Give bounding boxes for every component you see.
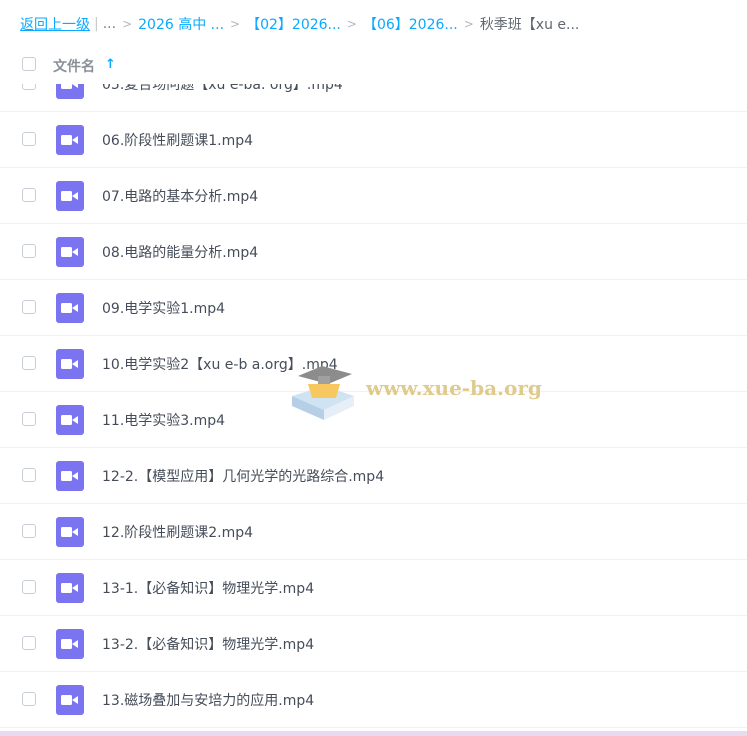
video-file-icon[interactable]	[56, 84, 84, 99]
breadcrumb: 返回上一级 | ... > 2026 高中 ... > 【02】2026... …	[0, 0, 747, 48]
chevron-right-icon: >	[463, 17, 474, 31]
row-checkbox[interactable]	[22, 244, 36, 258]
breadcrumb-item[interactable]: 【06】2026...	[363, 14, 458, 34]
row-checkbox[interactable]	[22, 300, 36, 314]
file-row[interactable]: 13.磁场叠加与安培力的应用.mp4	[0, 672, 747, 728]
file-row[interactable]: 06.阶段性刷题课1.mp4	[0, 112, 747, 168]
arrow-up-icon[interactable]: ↑	[105, 57, 116, 72]
file-name[interactable]: 11.电学实验3.mp4	[102, 410, 225, 430]
file-row[interactable]: 08.电路的能量分析.mp4	[0, 224, 747, 280]
row-checkbox[interactable]	[22, 524, 36, 538]
file-row[interactable]: 12.阶段性刷题课2.mp4	[0, 504, 747, 560]
row-checkbox[interactable]	[22, 580, 36, 594]
breadcrumb-item[interactable]: 2026 高中 ...	[138, 14, 224, 34]
breadcrumb-current: 秋季班【xu e...	[479, 17, 580, 33]
file-name[interactable]: 06.阶段性刷题课1.mp4	[102, 130, 253, 150]
video-file-icon[interactable]	[56, 405, 84, 435]
row-checkbox[interactable]	[22, 188, 36, 202]
file-row[interactable]: 13-1.【必备知识】物理光学.mp4	[0, 560, 747, 616]
row-checkbox[interactable]	[22, 692, 36, 706]
video-file-icon[interactable]	[56, 685, 84, 715]
row-checkbox[interactable]	[22, 356, 36, 370]
select-all-checkbox[interactable]	[22, 57, 36, 71]
row-checkbox[interactable]	[22, 132, 36, 146]
file-name[interactable]: 07.电路的基本分析.mp4	[102, 186, 258, 206]
list-header: 文件名 ↑	[0, 48, 747, 84]
video-file-icon[interactable]	[56, 517, 84, 547]
file-name[interactable]: 08.电路的能量分析.mp4	[102, 242, 258, 262]
file-list[interactable]: 05.复合场问题【xu e-ba. org】.mp4 06.阶段性刷题课1.mp4…	[0, 84, 747, 732]
file-name[interactable]: 12-2.【模型应用】几何光学的光路综合.mp4	[102, 466, 384, 486]
file-row[interactable]: 05.复合场问题【xu e-ba. org】.mp4	[0, 84, 747, 112]
file-name[interactable]: 13-2.【必备知识】物理光学.mp4	[102, 634, 314, 654]
file-row[interactable]: 12-2.【模型应用】几何光学的光路综合.mp4	[0, 448, 747, 504]
file-name[interactable]: 12.阶段性刷题课2.mp4	[102, 522, 253, 542]
breadcrumb-divider: |	[94, 16, 99, 32]
file-name[interactable]: 05.复合场问题【xu e-ba. org】.mp4	[102, 84, 343, 94]
video-file-icon[interactable]	[56, 125, 84, 155]
file-list-rows: 05.复合场问题【xu e-ba. org】.mp4 06.阶段性刷题课1.mp4…	[0, 84, 747, 728]
file-name[interactable]: 09.电学实验1.mp4	[102, 298, 225, 318]
file-name[interactable]: 10.电学实验2【xu e-b a.org】.mp4	[102, 354, 338, 374]
video-file-icon[interactable]	[56, 181, 84, 211]
back-link[interactable]: 返回上一级	[20, 14, 90, 34]
breadcrumb-item[interactable]: 【02】2026...	[246, 14, 341, 34]
chevron-right-icon: >	[230, 17, 241, 31]
breadcrumb-ellipsis[interactable]: ...	[103, 16, 116, 32]
chevron-right-icon: >	[122, 17, 133, 31]
row-checkbox[interactable]	[22, 84, 36, 90]
video-file-icon[interactable]	[56, 573, 84, 603]
file-row[interactable]: 07.电路的基本分析.mp4	[0, 168, 747, 224]
video-file-icon[interactable]	[56, 293, 84, 323]
file-row[interactable]: 13-2.【必备知识】物理光学.mp4	[0, 616, 747, 672]
chevron-right-icon: >	[346, 17, 357, 31]
video-file-icon[interactable]	[56, 461, 84, 491]
column-header-filename[interactable]: 文件名	[53, 56, 95, 76]
row-checkbox[interactable]	[22, 412, 36, 426]
row-checkbox[interactable]	[22, 468, 36, 482]
file-name[interactable]: 13.磁场叠加与安培力的应用.mp4	[102, 690, 314, 710]
file-row[interactable]: 09.电学实验1.mp4	[0, 280, 747, 336]
video-file-icon[interactable]	[56, 349, 84, 379]
bottom-border	[0, 731, 747, 736]
row-checkbox[interactable]	[22, 636, 36, 650]
video-file-icon[interactable]	[56, 629, 84, 659]
video-file-icon[interactable]	[56, 237, 84, 267]
file-row[interactable]: 11.电学实验3.mp4	[0, 392, 747, 448]
file-name[interactable]: 13-1.【必备知识】物理光学.mp4	[102, 578, 314, 598]
file-row[interactable]: 10.电学实验2【xu e-b a.org】.mp4	[0, 336, 747, 392]
